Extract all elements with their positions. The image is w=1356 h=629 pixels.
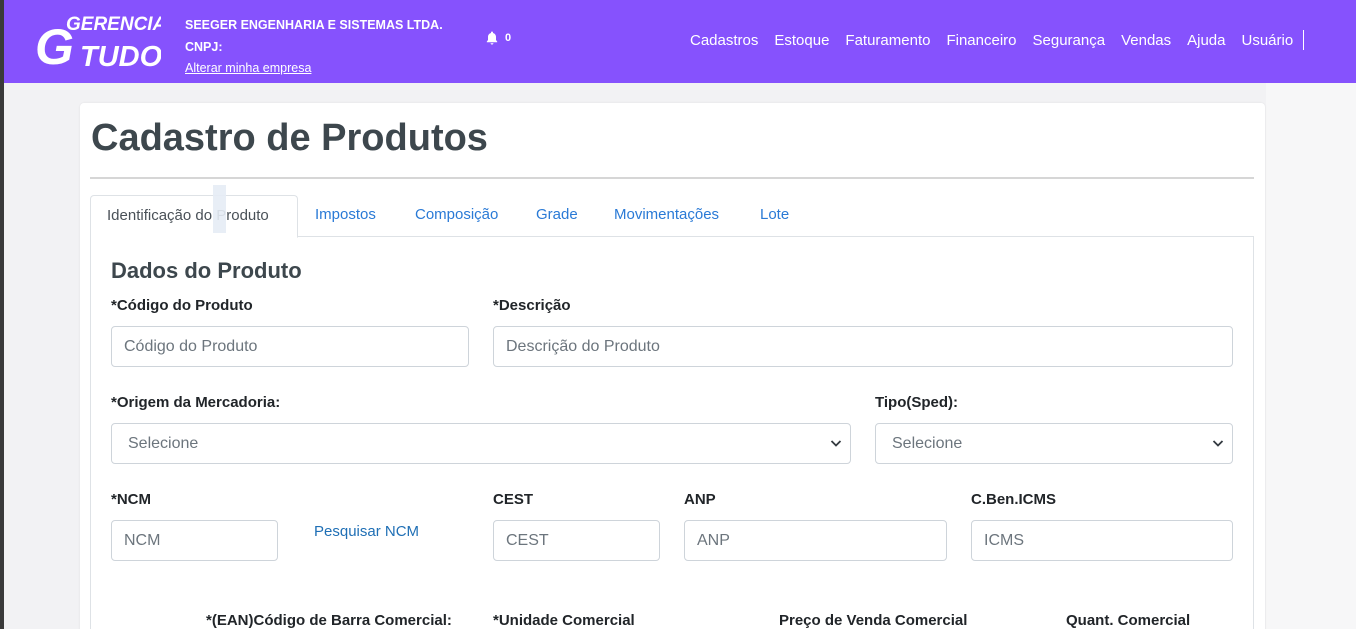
gerencia-tudo-logo[interactable]: G GERENCIA TUDO (33, 12, 161, 74)
bell-icon (486, 31, 498, 45)
origem-select[interactable]: Selecione (111, 423, 851, 464)
codigo-input[interactable] (111, 326, 469, 367)
main-menu: Cadastros Estoque Faturamento Financeiro… (682, 30, 1305, 50)
origem-label: *Origem da Mercadoria: (111, 394, 281, 411)
logo-bottom-text: TUDO (80, 41, 161, 73)
logo-top-text: GERENCIA (66, 14, 161, 35)
cest-input[interactable] (493, 520, 660, 561)
unidade-label: *Unidade Comercial (493, 612, 635, 629)
page-title: Cadastro de Produtos (91, 117, 488, 159)
menu-vendas[interactable]: Vendas (1113, 32, 1179, 49)
anp-input[interactable] (684, 520, 947, 561)
top-navbar: G GERENCIA TUDO SEEGER ENGENHARIA E SIST… (0, 0, 1356, 83)
menu-ajuda[interactable]: Ajuda (1179, 32, 1233, 49)
descricao-label: *Descrição (493, 297, 571, 314)
window-left-edge (0, 0, 4, 629)
product-card: Cadastro de Produtos Identificação do Pr… (80, 103, 1265, 629)
chevron-down-icon (830, 440, 842, 447)
notifications[interactable]: 0 (486, 31, 511, 45)
anp-label: ANP (684, 491, 716, 508)
tab-grade[interactable]: Grade (536, 195, 578, 237)
tab-movimentacoes[interactable]: Movimentações (614, 195, 719, 237)
cnpj-label: CNPJ: (185, 40, 223, 54)
notifications-count: 0 (505, 32, 512, 44)
tipo-label: Tipo(Sped): (875, 394, 959, 411)
tab-lote[interactable]: Lote (760, 195, 789, 237)
ean-label: *(EAN)Código de Barra Comercial: (206, 612, 452, 629)
menu-cadastros[interactable]: Cadastros (682, 32, 766, 49)
tipo-select[interactable]: Selecione (875, 423, 1233, 464)
tab-identificacao[interactable]: Identificação do Produto (90, 195, 298, 238)
tab-composicao[interactable]: Composição (415, 195, 498, 237)
preco-label: Preço de Venda Comercial (779, 612, 968, 629)
company-info: SEEGER ENGENHARIA E SISTEMAS LTDA. CNPJ:… (185, 14, 443, 78)
chevron-down-icon (1212, 440, 1224, 447)
menu-estoque[interactable]: Estoque (766, 32, 837, 49)
right-gutter (1266, 83, 1356, 629)
cbenicms-label: C.Ben.ICMS (971, 491, 1057, 508)
menu-usuario[interactable]: Usuário (1234, 32, 1302, 49)
descricao-input[interactable] (493, 326, 1233, 367)
tipo-select-value: Selecione (892, 435, 963, 452)
cbenicms-input[interactable] (971, 520, 1233, 561)
quant-label: Quant. Comercial (1066, 612, 1191, 629)
company-name: SEEGER ENGENHARIA E SISTEMAS LTDA. (185, 18, 443, 32)
pesquisar-ncm-link[interactable]: Pesquisar NCM (314, 523, 419, 540)
title-divider (90, 177, 1254, 179)
menu-divider (1303, 30, 1305, 50)
menu-seguranca[interactable]: Segurança (1025, 32, 1114, 49)
codigo-label: *Código do Produto (111, 297, 253, 314)
origem-select-value: Selecione (128, 435, 199, 452)
section-title: Dados do Produto (111, 258, 302, 283)
text-cursor-highlight (213, 185, 226, 233)
tab-impostos[interactable]: Impostos (315, 195, 376, 237)
menu-faturamento[interactable]: Faturamento (837, 32, 938, 49)
change-company-link[interactable]: Alterar minha empresa (185, 58, 443, 78)
cest-label: CEST (493, 491, 534, 508)
tab-bar: Identificação do Produto Impostos Compos… (90, 195, 1254, 238)
menu-financeiro[interactable]: Financeiro (938, 32, 1024, 49)
ncm-input[interactable] (111, 520, 278, 561)
ncm-label: *NCM (111, 491, 151, 508)
